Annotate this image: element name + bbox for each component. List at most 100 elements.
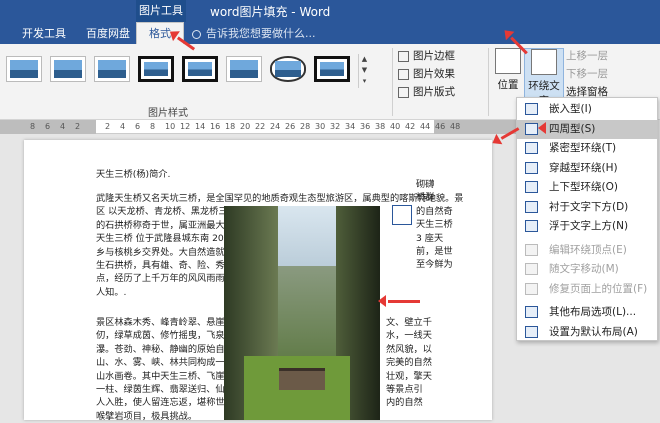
text-line: 内的自然 — [386, 397, 423, 409]
selected-picture[interactable] — [224, 206, 380, 420]
ruler-tick: 8 — [150, 122, 156, 131]
title-bar: 图片工具 word图片填充 - Word — [0, 0, 660, 22]
wrap-option-label: 衬于文字下方(D) — [549, 200, 629, 213]
text-line: 山水画卷。其中天生三桥、飞崖 — [96, 370, 225, 382]
wrap-option-icon — [525, 122, 538, 135]
picture-style-1[interactable] — [6, 56, 42, 82]
wrap-option-3[interactable]: 穿越型环绕(H) — [517, 159, 657, 178]
wrap-option-5[interactable]: 衬于文字下方(D) — [517, 198, 657, 217]
wrap-option-label: 修复页面上的位置(F) — [549, 282, 648, 295]
lightbulb-icon — [192, 29, 201, 39]
horizontal-ruler[interactable]: 8 6 4 2 2 4 6 8 10 12 14 16 18 20 22 24 26 28 30 32 34 36 38 40… — [0, 120, 520, 134]
wrap-option-icon — [525, 243, 538, 256]
wrap-option-icon — [525, 325, 538, 338]
text-line: 的石拱桥称奇于世，属亚洲最大 — [96, 219, 225, 231]
text-line: 完美的自然 — [386, 357, 432, 369]
picture-layout-button[interactable]: 图片版式 — [398, 84, 455, 100]
position-button[interactable]: 位置 — [494, 48, 522, 92]
picture-effects-button[interactable]: 图片效果 — [398, 66, 455, 82]
wrap-option-7: 编辑环绕顶点(E) — [517, 241, 657, 260]
picture-style-4[interactable] — [138, 56, 174, 82]
wrap-text-button[interactable]: 环绕文字 — [524, 48, 564, 107]
send-backward-button[interactable]: 下移一层 — [566, 66, 608, 82]
layout-options-icon[interactable] — [392, 205, 412, 225]
wrap-option-icon — [525, 103, 538, 115]
ruler-tick: 16 — [210, 122, 221, 131]
wrap-option-icon — [525, 282, 538, 295]
ruler-tick: 8 — [30, 122, 36, 131]
picture-style-5[interactable] — [182, 56, 218, 82]
wrap-option-label: 编辑环绕顶点(E) — [549, 243, 627, 256]
wrap-text-icon — [531, 49, 557, 75]
wrap-option-4[interactable]: 上下型环绕(O) — [517, 178, 657, 197]
text-line: 一柱、绿茵生辉、翡翠送归、仙女 — [96, 384, 234, 395]
wrap-option-icon — [525, 263, 538, 275]
picture-tools-context-tab: 图片工具 — [136, 0, 186, 22]
ruler-tick: 18 — [225, 122, 236, 131]
tell-me-box[interactable]: 告诉我您想要做什么... — [192, 25, 316, 41]
ruler-tick: 4 — [60, 122, 66, 131]
ruler-tick: 6 — [135, 122, 141, 131]
wrap-option-label: 随文字移动(M) — [549, 263, 619, 275]
text-line: 人入胜，使人留连忘返，堪称世界 — [96, 397, 234, 409]
wrap-option-label: 其他布局选项(L)... — [549, 306, 637, 318]
ruler-tick: 36 — [360, 122, 371, 131]
ruler-tick: 4 — [120, 122, 126, 131]
text-line: 的自然奇 — [416, 205, 453, 217]
separator — [392, 48, 393, 116]
ruler-tick: 34 — [345, 122, 356, 131]
ribbon-tabs: 开发工具 百度网盘 格式 告诉我您想要做什么... — [0, 22, 660, 44]
chevron-down-icon[interactable]: ▼ — [359, 65, 370, 76]
wrap-option-icon — [525, 161, 538, 174]
text-line: 水，一线天 — [386, 330, 432, 342]
wrap-option-label: 紧密型环绕(T) — [549, 142, 617, 154]
more-icon[interactable]: ▾ — [359, 76, 370, 87]
picture-border-button[interactable]: 图片边框 — [398, 48, 455, 64]
wrap-option-label: 穿越型环绕(H) — [549, 161, 618, 174]
gallery-scroll[interactable]: ▲ ▼ ▾ — [358, 54, 370, 88]
text-line: 砌礴 — [416, 179, 435, 190]
picture-style-7[interactable] — [270, 56, 306, 82]
text-line: 瀑。苍劲、神秘、静幽的原始自 — [96, 343, 225, 355]
wrap-option-icon — [525, 200, 538, 213]
ruler-tick: 22 — [255, 122, 266, 131]
picture-style-3[interactable] — [94, 56, 130, 82]
ruler-tick: 26 — [285, 122, 296, 131]
wrap-option-icon — [525, 142, 538, 154]
wrap-option-11[interactable]: 设置为默认布局(A) — [517, 323, 657, 342]
text-line: 前，是世 — [416, 246, 453, 257]
text-line: 等景点引 — [386, 384, 423, 395]
border-icon — [398, 50, 409, 62]
text-line: 天生三桥 — [416, 219, 453, 231]
ruler-tick: 40 — [390, 122, 401, 131]
text-line: 点，经历了上千万年的风风雨雨、 — [96, 273, 234, 285]
wrap-option-0[interactable]: 嵌入型(I) — [517, 100, 657, 119]
tab-developer[interactable]: 开发工具 — [22, 25, 66, 41]
wrap-option-label: 四周型(S) — [549, 122, 596, 135]
picture-style-6[interactable] — [226, 56, 262, 82]
position-icon — [495, 48, 521, 74]
text-line: 然风貌，以 — [386, 343, 432, 355]
chevron-up-icon[interactable]: ▲ — [359, 54, 370, 65]
ruler-tick: 12 — [180, 122, 191, 131]
wrap-option-8: 随文字移动(M) — [517, 260, 657, 279]
picture-style-8[interactable] — [314, 56, 350, 82]
wrap-option-10[interactable]: 其他布局选项(L)... — [517, 303, 657, 322]
ruler-tick: 44 — [420, 122, 431, 131]
tab-baidu-netdisk[interactable]: 百度网盘 — [86, 25, 130, 41]
wrap-option-2[interactable]: 紧密型环绕(T) — [517, 139, 657, 158]
text-line: 生石拱桥，具有雄、奇、险、秀、 — [96, 260, 234, 271]
text-line: 至今鲜为 — [416, 259, 453, 271]
wrap-option-label: 设置为默认布局(A) — [549, 325, 638, 338]
window-title: word图片填充 - Word — [210, 5, 331, 19]
picture-styles-group-label: 图片样式 — [148, 108, 188, 119]
bring-forward-button[interactable]: 上移一层 — [566, 48, 608, 64]
text-line: 喉擘岩项目，极具挑战。 — [96, 410, 198, 422]
village-houses — [279, 368, 325, 390]
document-page[interactable]: 天生三桥(杨)简介. 武隆天生桥又名天坑三桥，是全国罕见的地质奇观生态型旅游区，… — [24, 140, 492, 422]
wrap-option-6[interactable]: 浮于文字上方(N) — [517, 217, 657, 236]
separator — [488, 48, 489, 116]
picture-style-2[interactable] — [50, 56, 86, 82]
text-line: 乡与核桃乡交界处。大自然造就 — [96, 246, 225, 258]
text-line: 人知。. — [96, 286, 127, 298]
